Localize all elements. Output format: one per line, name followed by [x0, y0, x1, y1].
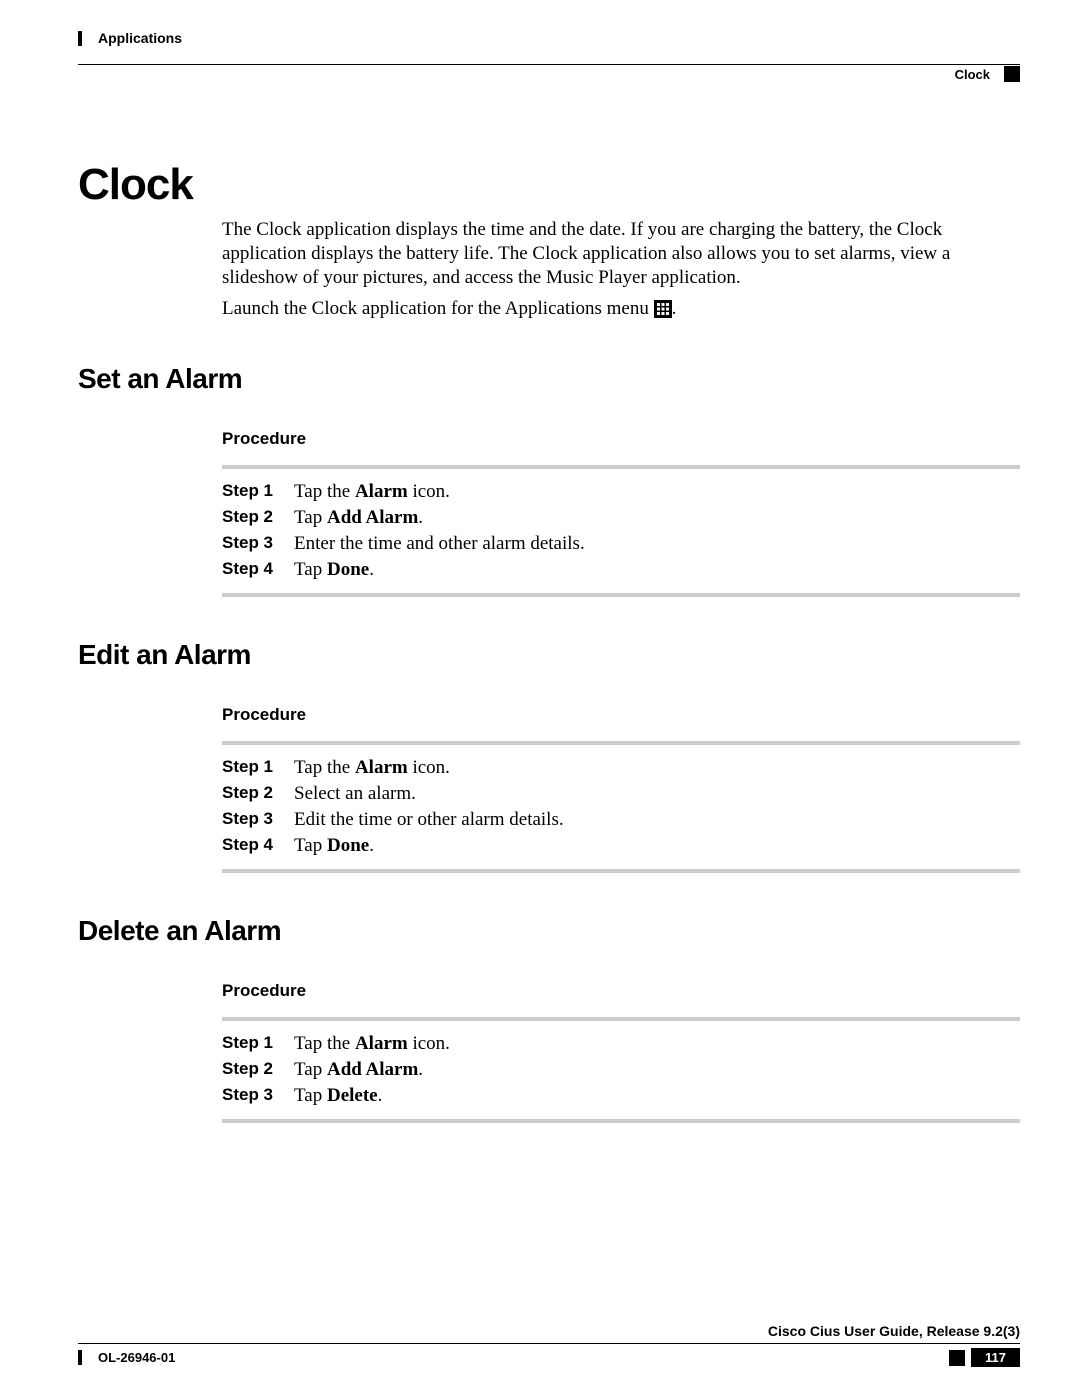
- step-text: Tap the Alarm icon.: [294, 479, 585, 505]
- header-section: Clock: [955, 66, 1020, 82]
- procedure-label: Procedure: [222, 705, 1020, 725]
- section-heading: Delete an Alarm: [78, 915, 1020, 947]
- table-row: Step 2Tap Add Alarm.: [222, 505, 585, 531]
- table-row: Step 1Tap the Alarm icon.: [222, 1031, 450, 1057]
- table-row: Step 4Tap Done.: [222, 833, 564, 859]
- table-row: Step 4Tap Done.: [222, 557, 585, 583]
- page-footer: Cisco Cius User Guide, Release 9.2(3) OL…: [78, 1323, 1020, 1367]
- section-heading: Set an Alarm: [78, 363, 1020, 395]
- bold-term: Delete: [327, 1085, 378, 1106]
- table-row: Step 1Tap the Alarm icon.: [222, 479, 585, 505]
- page-header: Applications: [78, 30, 1020, 46]
- steps-table: Step 1Tap the Alarm icon.Step 2Select an…: [222, 755, 564, 859]
- header-rule: [78, 64, 1020, 65]
- step-text: Enter the time and other alarm details.: [294, 531, 585, 557]
- bold-term: Add Alarm: [327, 1059, 418, 1080]
- procedure-label: Procedure: [222, 981, 1020, 1001]
- footer-doc-id-text: OL-26946-01: [98, 1350, 175, 1365]
- bold-term: Add Alarm: [327, 507, 418, 528]
- header-chapter: Applications: [78, 30, 182, 46]
- table-row: Step 3Enter the time and other alarm det…: [222, 531, 585, 557]
- footer-bar-icon: [78, 1350, 82, 1365]
- bold-term: Alarm: [355, 1033, 408, 1054]
- step-text: Select an alarm.: [294, 781, 564, 807]
- section-heading: Edit an Alarm: [78, 639, 1020, 671]
- intro-p2-pre: Launch the Clock application for the App…: [222, 298, 654, 319]
- table-row: Step 2Select an alarm.: [222, 781, 564, 807]
- steps-table: Step 1Tap the Alarm icon.Step 2Tap Add A…: [222, 479, 585, 583]
- step-label: Step 3: [222, 531, 294, 557]
- procedure-block: Procedure Step 1Tap the Alarm icon.Step 2…: [222, 429, 1020, 597]
- intro-paragraph-2: Launch the Clock application for the App…: [222, 297, 1020, 321]
- footer-page-number: 117: [971, 1348, 1020, 1367]
- table-row: Step 2Tap Add Alarm.: [222, 1057, 450, 1083]
- table-row: Step 3Tap Delete.: [222, 1083, 450, 1109]
- step-text: Tap the Alarm icon.: [294, 755, 564, 781]
- bold-term: Done: [327, 559, 369, 580]
- step-label: Step 4: [222, 833, 294, 859]
- bold-term: Alarm: [355, 481, 408, 502]
- procedure-rule-bottom: [222, 869, 1020, 873]
- header-chapter-text: Applications: [98, 30, 182, 46]
- intro-block: The Clock application displays the time …: [222, 218, 1020, 321]
- procedure-rule-bottom: [222, 1119, 1020, 1123]
- footer-page-block: 117: [949, 1348, 1020, 1367]
- step-text: Tap Add Alarm.: [294, 1057, 450, 1083]
- header-marker-icon: [1004, 66, 1020, 82]
- intro-p2-post: .: [672, 298, 677, 319]
- procedure-block: Procedure Step 1Tap the Alarm icon.Step 2…: [222, 981, 1020, 1123]
- step-text: Edit the time or other alarm details.: [294, 807, 564, 833]
- procedure-rule-top: [222, 465, 1020, 469]
- step-text: Tap Done.: [294, 557, 585, 583]
- bold-term: Done: [327, 835, 369, 856]
- procedure-block: Procedure Step 1Tap the Alarm icon.Step 2…: [222, 705, 1020, 873]
- steps-table: Step 1Tap the Alarm icon.Step 2Tap Add A…: [222, 1031, 450, 1109]
- step-label: Step 3: [222, 807, 294, 833]
- table-row: Step 3Edit the time or other alarm detai…: [222, 807, 564, 833]
- step-label: Step 2: [222, 505, 294, 531]
- footer-rule: [78, 1343, 1020, 1344]
- procedure-rule-top: [222, 741, 1020, 745]
- procedure-label: Procedure: [222, 429, 1020, 449]
- header-bar-icon: [78, 31, 82, 46]
- procedure-rule-top: [222, 1017, 1020, 1021]
- step-text: Tap the Alarm icon.: [294, 1031, 450, 1057]
- step-label: Step 4: [222, 557, 294, 583]
- page-title: Clock: [78, 160, 1020, 210]
- step-label: Step 3: [222, 1083, 294, 1109]
- footer-doc-id: OL-26946-01: [78, 1350, 175, 1365]
- table-row: Step 1Tap the Alarm icon.: [222, 755, 564, 781]
- step-text: Tap Done.: [294, 833, 564, 859]
- step-label: Step 2: [222, 1057, 294, 1083]
- intro-paragraph-1: The Clock application displays the time …: [222, 218, 1020, 289]
- step-label: Step 1: [222, 755, 294, 781]
- step-label: Step 2: [222, 781, 294, 807]
- apps-grid-icon: [654, 300, 672, 318]
- bold-term: Alarm: [355, 757, 408, 778]
- step-text: Tap Delete.: [294, 1083, 450, 1109]
- header-section-text: Clock: [955, 67, 990, 82]
- footer-guide-title: Cisco Cius User Guide, Release 9.2(3): [78, 1323, 1020, 1339]
- step-text: Tap Add Alarm.: [294, 505, 585, 531]
- step-label: Step 1: [222, 479, 294, 505]
- procedure-rule-bottom: [222, 593, 1020, 597]
- step-label: Step 1: [222, 1031, 294, 1057]
- footer-marker-icon: [949, 1350, 965, 1366]
